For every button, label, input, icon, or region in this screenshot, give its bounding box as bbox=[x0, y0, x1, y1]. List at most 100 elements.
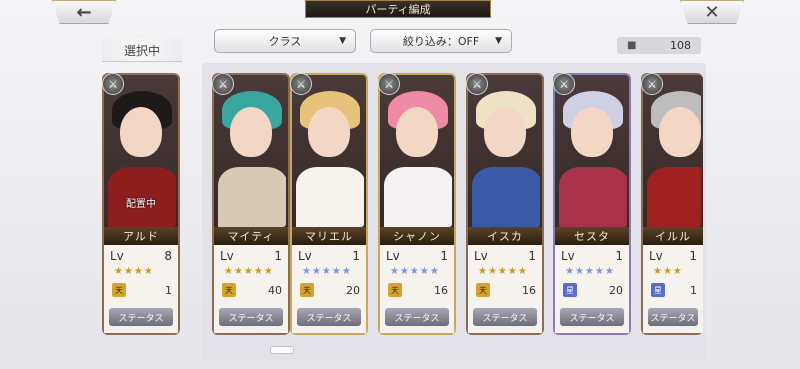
rarity-stars: ★★★★★ bbox=[565, 266, 615, 277]
close-icon: ✕ bbox=[704, 1, 720, 23]
rarity-stars: ★★★★★ bbox=[478, 266, 528, 277]
rank-row: 星 20 bbox=[563, 283, 623, 297]
cost-value: 20 bbox=[346, 283, 360, 297]
back-arrow-icon: ← bbox=[76, 1, 92, 23]
unit-info: Lv 1 ★★★★★ 天 40 ステータス bbox=[214, 245, 288, 333]
weapon-class-icon: ⚔ bbox=[466, 73, 488, 95]
rank-row: 天 16 bbox=[388, 283, 448, 297]
rank-row: 星 1 bbox=[651, 283, 697, 297]
character-portrait bbox=[216, 77, 286, 227]
deployed-label: 配置中 bbox=[126, 199, 156, 210]
unit-info: Lv 8 ★★★★ 天 1 ステータス bbox=[104, 245, 178, 333]
portrait-body bbox=[472, 167, 540, 227]
unit-card[interactable]: ⚔ マリエル Lv 1 ★★★★★ 天 20 ステータス bbox=[290, 73, 368, 335]
unit-info: Lv 1 ★★★★★ 天 16 ステータス bbox=[380, 245, 454, 333]
close-button[interactable]: ✕ bbox=[680, 0, 744, 24]
portrait-face bbox=[396, 107, 438, 157]
back-button[interactable]: ← bbox=[52, 0, 116, 24]
unit-count: ■ 108 bbox=[617, 37, 701, 54]
portrait-face bbox=[308, 107, 350, 157]
level-row: Lv 8 bbox=[110, 249, 172, 263]
portrait-body bbox=[384, 167, 452, 227]
cost-value: 16 bbox=[522, 283, 536, 297]
level-value: 1 bbox=[274, 249, 282, 263]
filter-dropdown-label: 絞り込み：OFF bbox=[402, 35, 480, 48]
cost-value: 16 bbox=[434, 283, 448, 297]
unit-card[interactable]: ⚔ セスタ Lv 1 ★★★★★ 星 20 ステータス bbox=[553, 73, 631, 335]
weapon-class-icon: ⚔ bbox=[290, 73, 312, 95]
status-button[interactable]: ステータス bbox=[108, 307, 174, 327]
portrait-face bbox=[484, 107, 526, 157]
rarity-stars: ★★★★★ bbox=[224, 266, 274, 277]
class-dropdown[interactable]: クラス ▼ bbox=[214, 29, 356, 53]
level-label: Lv bbox=[474, 249, 488, 263]
level-label: Lv bbox=[110, 249, 124, 263]
level-label: Lv bbox=[298, 249, 312, 263]
unit-name: アルド bbox=[104, 227, 178, 245]
unit-name: イルル bbox=[643, 227, 703, 245]
portrait-face bbox=[659, 107, 701, 157]
status-button[interactable]: ステータス bbox=[296, 307, 362, 327]
rarity-stars: ★★★★★ bbox=[390, 266, 440, 277]
cost-value: 40 bbox=[268, 283, 282, 297]
unit-card[interactable]: ⚔ イスカ Lv 1 ★★★★★ 天 16 ステータス bbox=[466, 73, 544, 335]
level-value: 8 bbox=[164, 249, 172, 263]
character-portrait bbox=[294, 77, 364, 227]
status-button[interactable]: ステータス bbox=[559, 307, 625, 327]
rarity-stars: ★★★ bbox=[653, 266, 683, 277]
level-row: Lv 1 bbox=[298, 249, 360, 263]
rank-badge-icon: 天 bbox=[112, 283, 126, 297]
unit-info: Lv 1 ★★★★★ 天 16 ステータス bbox=[468, 245, 542, 333]
portrait-face bbox=[571, 107, 613, 157]
character-portrait bbox=[557, 77, 627, 227]
unit-card[interactable]: 配置中 ⚔ アルド Lv 8 ★★★★ 天 1 ステータス bbox=[102, 73, 180, 335]
class-dropdown-label: クラス bbox=[268, 35, 302, 48]
level-label: Lv bbox=[561, 249, 575, 263]
unit-info: Lv 1 ★★★★★ 星 20 ステータス bbox=[555, 245, 629, 333]
status-button[interactable]: ステータス bbox=[472, 307, 538, 327]
character-portrait bbox=[470, 77, 540, 227]
character-portrait bbox=[645, 77, 701, 227]
unit-card[interactable]: ⚔ イルル Lv 1 ★★★ 星 1 ステータス bbox=[641, 73, 703, 335]
weapon-class-icon: ⚔ bbox=[212, 73, 234, 95]
level-row: Lv 1 bbox=[386, 249, 448, 263]
cost-value: 20 bbox=[609, 283, 623, 297]
weapon-class-icon: ⚔ bbox=[102, 73, 124, 95]
level-row: Lv 1 bbox=[561, 249, 623, 263]
rank-row: 天 16 bbox=[476, 283, 536, 297]
rank-badge-icon: 星 bbox=[651, 283, 665, 297]
page-title: パーティ編成 bbox=[305, 0, 491, 18]
level-row: Lv 1 bbox=[649, 249, 697, 263]
cost-value: 1 bbox=[165, 283, 172, 297]
level-value: 1 bbox=[528, 249, 536, 263]
weapon-class-icon: ⚔ bbox=[378, 73, 400, 95]
status-button[interactable]: ステータス bbox=[647, 307, 699, 327]
portrait-face bbox=[120, 107, 162, 157]
selected-label: 選択中 bbox=[102, 39, 182, 62]
unit-name: マイティ bbox=[214, 227, 288, 245]
unit-name: マリエル bbox=[292, 227, 366, 245]
rank-badge-icon: 天 bbox=[476, 283, 490, 297]
chevron-down-icon: ▼ bbox=[339, 36, 346, 46]
unit-name: セスタ bbox=[555, 227, 629, 245]
rank-row: 天 20 bbox=[300, 283, 360, 297]
unit-card[interactable]: ⚔ マイティ Lv 1 ★★★★★ 天 40 ステータス bbox=[212, 73, 290, 335]
level-label: Lv bbox=[220, 249, 234, 263]
rarity-stars: ★★★★★ bbox=[302, 266, 352, 277]
rank-badge-icon: 天 bbox=[222, 283, 236, 297]
status-button[interactable]: ステータス bbox=[384, 307, 450, 327]
portrait-body bbox=[218, 167, 286, 227]
status-button[interactable]: ステータス bbox=[218, 307, 284, 327]
rank-row: 天 1 bbox=[112, 283, 172, 297]
rank-badge-icon: 星 bbox=[563, 283, 577, 297]
unit-card[interactable]: ⚔ シャノン Lv 1 ★★★★★ 天 16 ステータス bbox=[378, 73, 456, 335]
level-row: Lv 1 bbox=[474, 249, 536, 263]
level-value: 1 bbox=[689, 249, 697, 263]
portrait-body bbox=[559, 167, 627, 227]
level-label: Lv bbox=[386, 249, 400, 263]
person-icon: ■ bbox=[627, 40, 637, 51]
level-label: Lv bbox=[649, 249, 663, 263]
portrait-body bbox=[647, 167, 701, 227]
scroll-thumb[interactable] bbox=[270, 346, 294, 354]
filter-dropdown[interactable]: 絞り込み：OFF ▼ bbox=[370, 29, 512, 53]
